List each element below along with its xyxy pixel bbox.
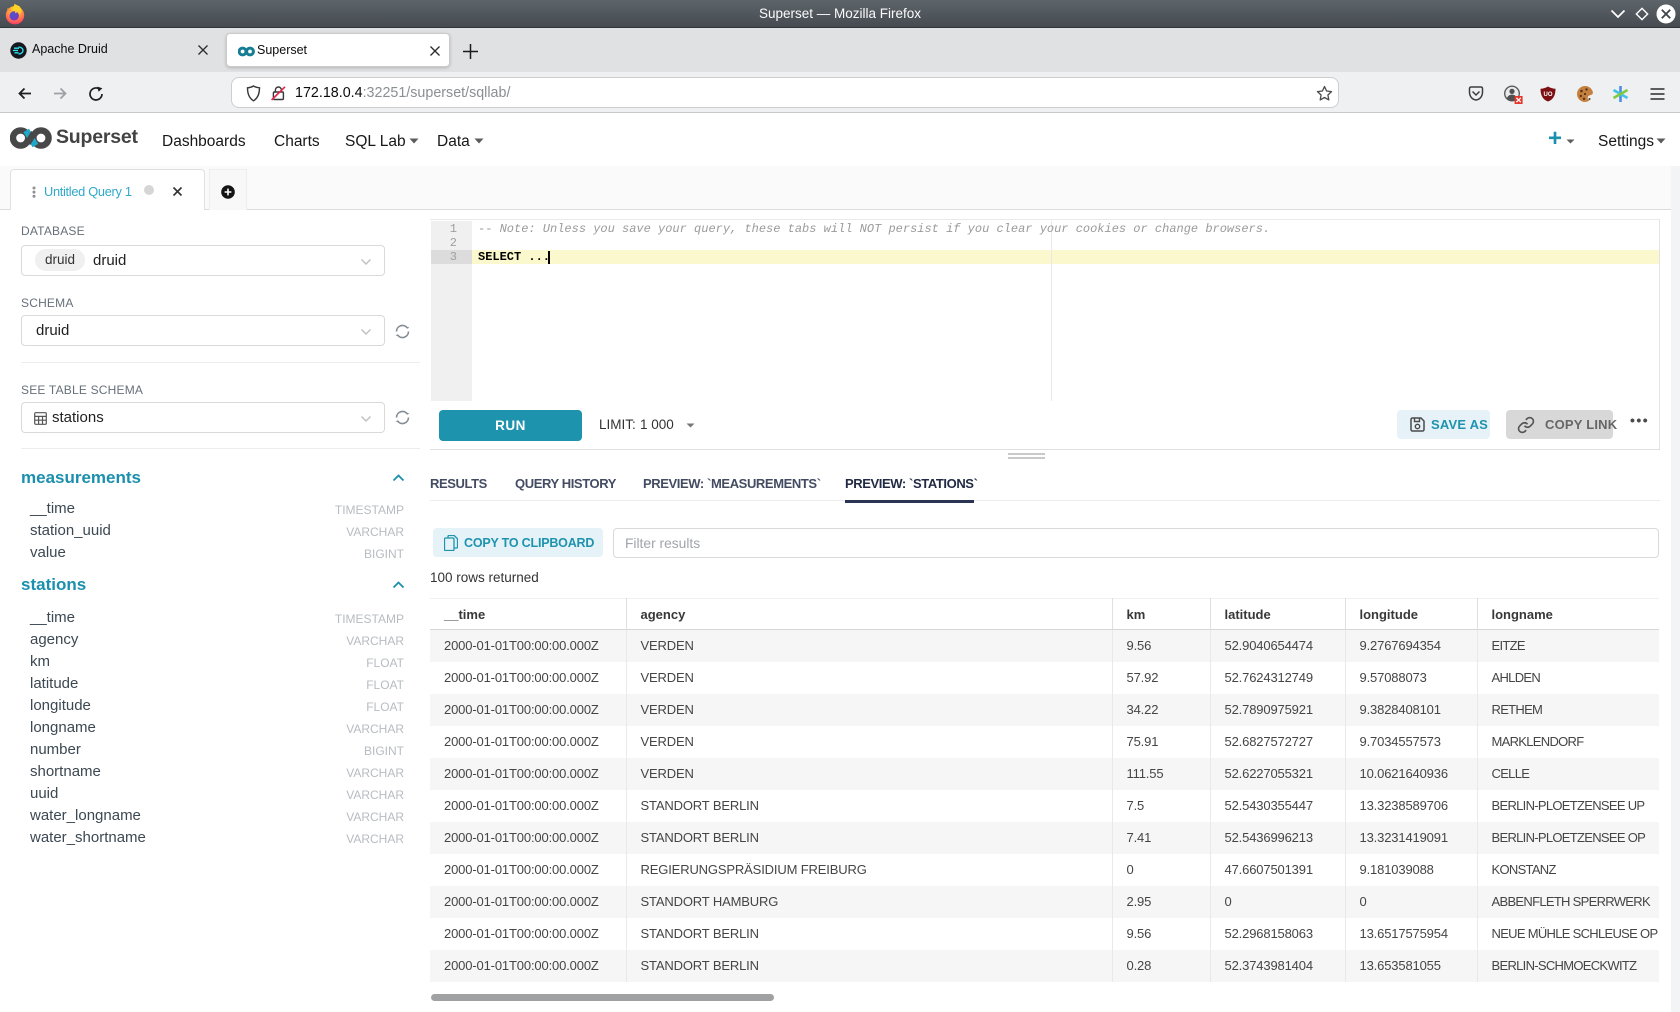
svg-text:UO: UO (1544, 92, 1553, 98)
